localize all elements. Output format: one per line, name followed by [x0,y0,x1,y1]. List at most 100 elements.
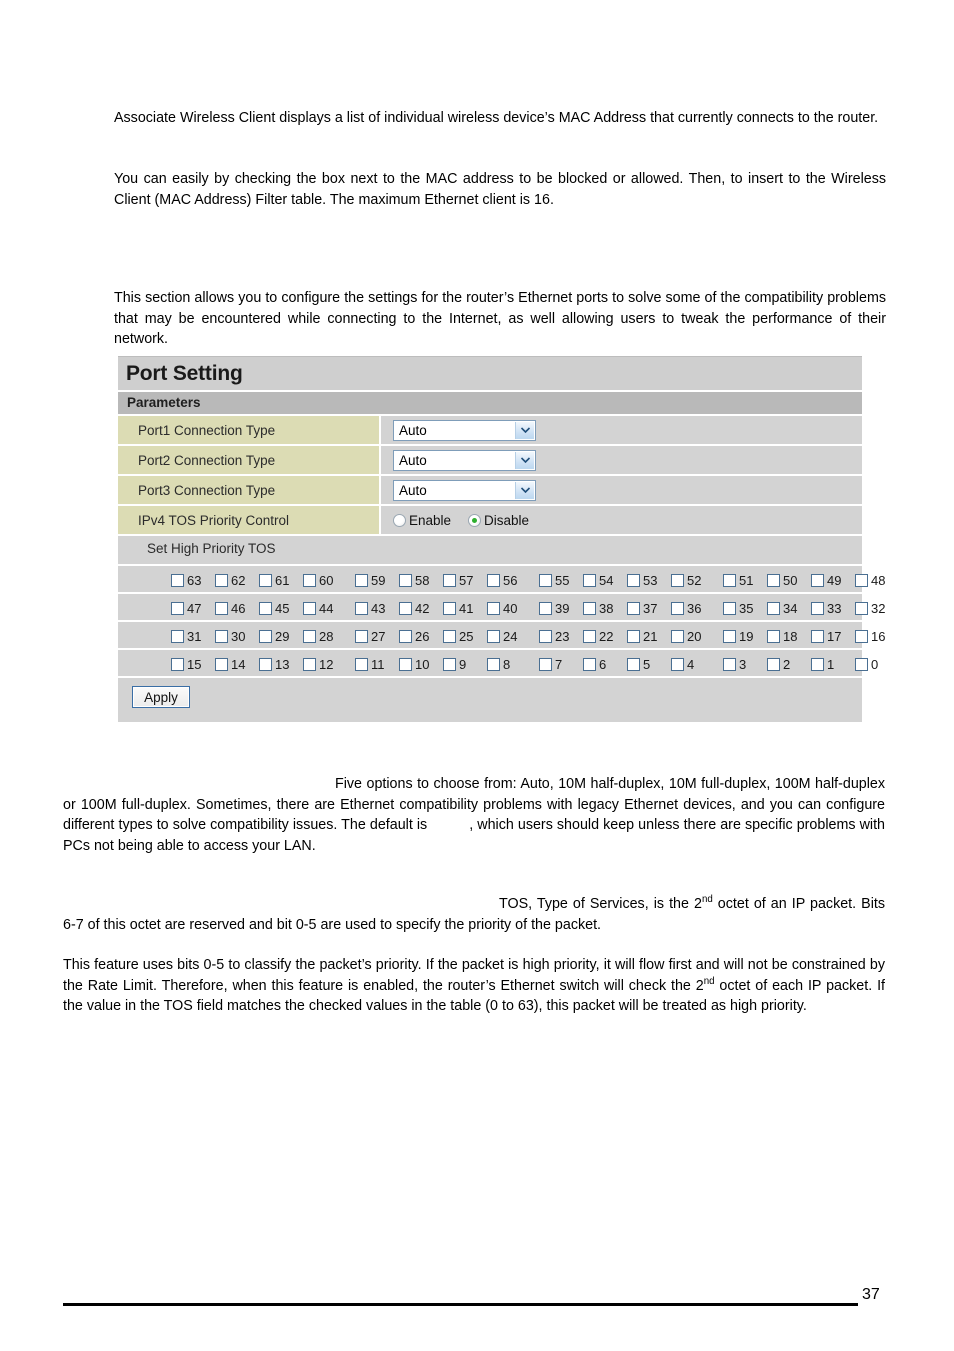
tos-checkbox-3[interactable] [723,657,736,671]
tos-checkbox-17[interactable] [811,629,824,643]
tos-checkbox-53[interactable] [627,573,640,587]
tos-checkbox-61[interactable] [259,573,272,587]
tos-checkbox-35[interactable] [723,601,736,615]
tos-checkbox-30[interactable] [215,629,228,643]
tos-checkbox-19[interactable] [723,629,736,643]
tos-row-1: 47 46 45 44 43 42 41 40 39 38 37 36 35 34 33 32 [118,594,885,622]
tos-checkbox-34[interactable] [767,601,780,615]
tos-cell-19: 19 [723,629,767,644]
tos-checkbox-38[interactable] [583,601,596,615]
tos-checkbox-0[interactable] [855,657,868,671]
tos-cell-group: 11 10 9 8 [355,657,531,672]
tos-checkbox-37[interactable] [627,601,640,615]
tos-checkbox-12[interactable] [303,657,316,671]
tos-checkbox-10[interactable] [399,657,412,671]
tos-checkbox-48[interactable] [855,573,868,587]
tos-checkbox-16[interactable] [855,629,868,643]
chevron-down-icon[interactable] [515,481,534,499]
tos-checkbox-26[interactable] [399,629,412,643]
radio-disable-label: Disable [484,512,530,528]
tos-checkbox-18[interactable] [767,629,780,643]
tos-checkbox-51[interactable] [723,573,736,587]
tos-checkbox-24[interactable] [487,629,500,643]
tos-checkbox-21[interactable] [627,629,640,643]
tos-cell-33: 33 [811,601,855,616]
tos-checkbox-4[interactable] [671,657,684,671]
tos-checkbox-13[interactable] [259,657,272,671]
chevron-down-icon[interactable] [515,451,534,469]
tos-checkbox-55[interactable] [539,573,552,587]
tos-checkbox-label-46: 46 [231,600,246,616]
tos-checkbox-43[interactable] [355,601,368,615]
radio-disable[interactable]: Disable [468,513,529,528]
tos-checkbox-50[interactable] [767,573,780,587]
tos-checkbox-47[interactable] [171,601,184,615]
tos-checkbox-2[interactable] [767,657,780,671]
tos-checkbox-63[interactable] [171,573,184,587]
tos-checkbox-29[interactable] [259,629,272,643]
tos-checkbox-52[interactable] [671,573,684,587]
radio-enable[interactable]: Enable [393,513,451,528]
tos-cell-group: 3 2 1 0 [723,657,899,672]
tos-checkbox-20[interactable] [671,629,684,643]
tos-checkbox-42[interactable] [399,601,412,615]
tos-cell-10: 10 [399,657,443,672]
tos-checkbox-36[interactable] [671,601,684,615]
tos-checkbox-label-60: 60 [319,572,334,588]
radio-disable-dot[interactable] [468,513,482,527]
tos-checkbox-9[interactable] [443,657,456,671]
tos-checkbox-56[interactable] [487,573,500,587]
chevron-down-icon[interactable] [515,421,534,439]
tos-checkbox-39[interactable] [539,601,552,615]
tos-checkbox-8[interactable] [487,657,500,671]
tos-checkbox-45[interactable] [259,601,272,615]
tos-checkbox-33[interactable] [811,601,824,615]
tos-checkbox-22[interactable] [583,629,596,643]
tos-checkbox-label-61: 61 [275,572,290,588]
apply-button[interactable]: Apply [132,686,190,708]
port3-connection-type-select[interactable]: Auto [393,479,536,501]
tos-checkbox-32[interactable] [855,601,868,615]
tos-checkbox-11[interactable] [355,657,368,671]
tos-checkbox-label-2: 2 [783,656,791,672]
tos-checkbox-28[interactable] [303,629,316,643]
tos-checkbox-59[interactable] [355,573,368,587]
tos-cell-32: 32 [855,601,899,616]
port2-connection-type-select[interactable]: Auto [393,449,536,471]
tos-checkbox-label-37: 37 [643,600,658,616]
tos-checkbox-40[interactable] [487,601,500,615]
tos-cell-group: 51 50 49 48 [723,573,899,588]
apply-row: Apply [118,678,862,722]
tos-cell-57: 57 [443,573,487,588]
tos-checkbox-7[interactable] [539,657,552,671]
tos-checkbox-41[interactable] [443,601,456,615]
tos-cell-28: 28 [303,629,347,644]
tos-checkbox-label-62: 62 [231,572,246,588]
tos-checkbox-60[interactable] [303,573,316,587]
tos-checkbox-15[interactable] [171,657,184,671]
tos-checkbox-5[interactable] [627,657,640,671]
tos-checkbox-23[interactable] [539,629,552,643]
tos-checkbox-54[interactable] [583,573,596,587]
tos-checkbox-44[interactable] [303,601,316,615]
tos-checkbox-62[interactable] [215,573,228,587]
radio-enable-dot[interactable] [393,513,406,527]
tos-checkbox-58[interactable] [399,573,412,587]
tos-checkbox-49[interactable] [811,573,824,587]
tos-checkbox-57[interactable] [443,573,456,587]
tos-checkbox-31[interactable] [171,629,184,643]
tos-checkbox-label-9: 9 [459,656,467,672]
tos-checkbox-6[interactable] [583,657,596,671]
tos-cell-49: 49 [811,573,855,588]
tos-checkbox-label-45: 45 [275,600,290,616]
tos-cell-group: 7 6 5 4 [539,657,715,672]
footer-divider [63,1303,858,1306]
tos-checkbox-1[interactable] [811,657,824,671]
tos-cell-58: 58 [399,573,443,588]
tos-checkbox-14[interactable] [215,657,228,671]
port1-connection-type-select[interactable]: Auto [393,419,536,441]
tos-cell-group: 23 22 21 20 [539,629,715,644]
tos-checkbox-27[interactable] [355,629,368,643]
tos-checkbox-25[interactable] [443,629,456,643]
tos-checkbox-46[interactable] [215,601,228,615]
